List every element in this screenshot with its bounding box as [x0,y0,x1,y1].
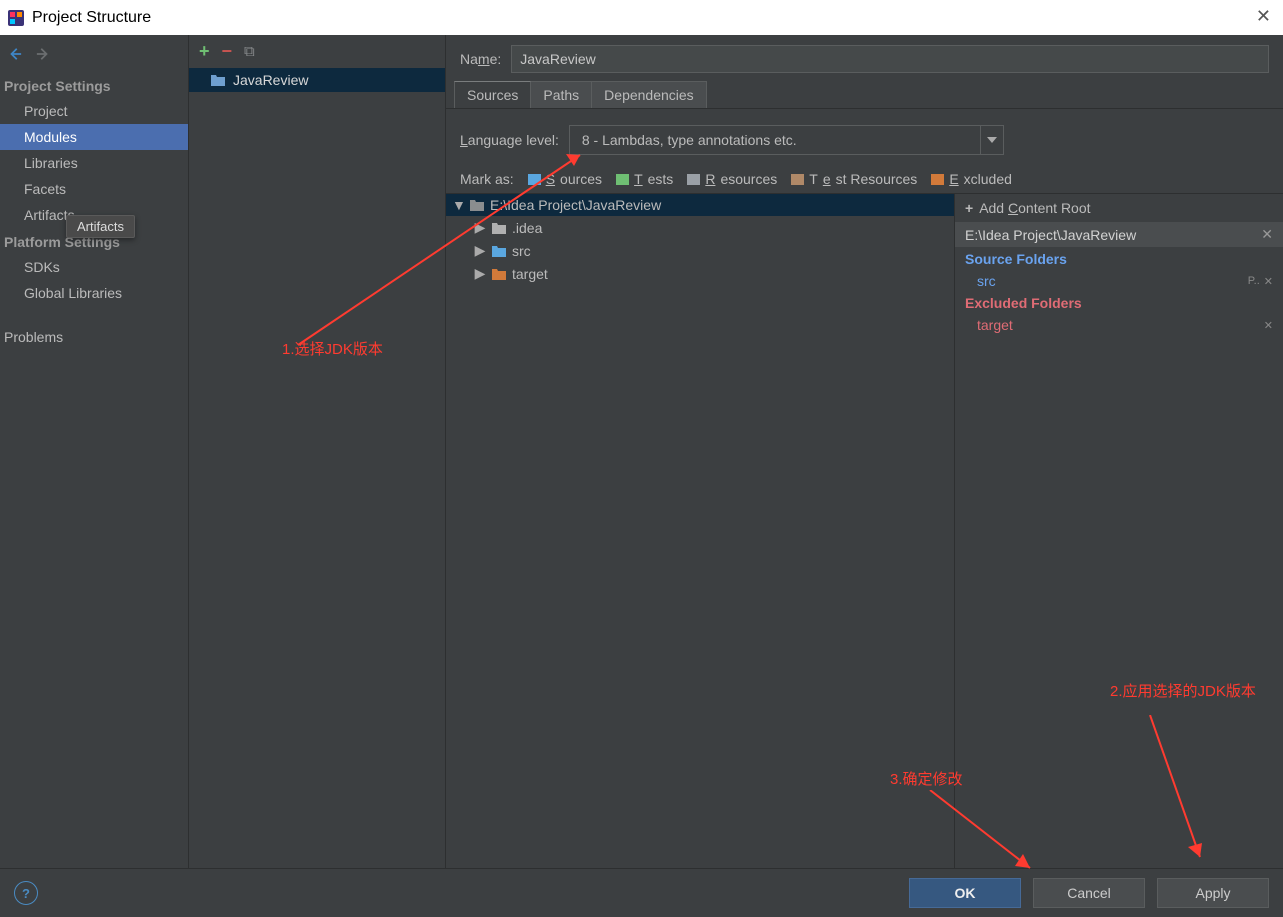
tree-toggle-icon[interactable]: ▶ [474,265,486,282]
sidebar-item-project[interactable]: Project [0,98,188,124]
module-tabs: Sources Paths Dependencies [446,81,1283,109]
window-title: Project Structure [32,9,151,27]
sidebar-item-problems[interactable]: Problems [0,324,188,350]
tree-root-label: E:\Idea Project\JavaReview [490,197,661,213]
source-folder-name: src [977,273,996,289]
excluded-folders-header: Excluded Folders [955,291,1283,315]
apply-button[interactable]: Apply [1157,878,1269,908]
mark-sources[interactable]: Sources [528,171,602,187]
tree-toggle-icon[interactable]: ▶ [474,242,486,259]
sidebar-item-sdks[interactable]: SDKs [0,254,188,280]
source-tree[interactable]: ▼ E:\Idea Project\JavaReview ▶ .idea ▶ s… [446,194,954,868]
folder-icon [492,245,506,257]
cancel-button[interactable]: Cancel [1033,878,1145,908]
language-level-select[interactable]: 8 - Lambdas, type annotations etc. [569,125,1004,155]
remove-module-icon[interactable]: − [222,41,233,62]
sidebar-item-facets[interactable]: Facets [0,176,188,202]
remove-root-icon[interactable]: ✕ [1261,226,1273,243]
folder-icon [492,222,506,234]
tree-root[interactable]: ▼ E:\Idea Project\JavaReview [446,194,954,216]
excluded-folder-name: target [977,317,1013,333]
ok-button[interactable]: OK [909,878,1021,908]
close-icon[interactable]: ✕ [1256,6,1271,27]
source-folders-header: Source Folders [955,247,1283,271]
sidebar: Project Settings Project Modules Librari… [0,35,189,868]
mark-as-label: Mark as: [460,171,514,187]
properties-icon[interactable]: P.. [1248,275,1260,287]
module-folder-icon [211,74,225,86]
module-name-input[interactable] [511,45,1269,73]
folder-icon [492,268,506,280]
tree-item-label: src [512,243,531,259]
language-level-label: Language level: [460,132,559,148]
tree-toggle-icon[interactable]: ▼ [452,197,464,213]
name-label: Name: [460,51,501,67]
tooltip-artifacts: Artifacts [66,215,135,238]
nav-forward-icon[interactable] [36,47,50,64]
language-level-value: 8 - Lambdas, type annotations etc. [570,132,980,148]
tab-paths[interactable]: Paths [531,81,592,108]
tab-sources[interactable]: Sources [454,81,531,108]
tab-dependencies[interactable]: Dependencies [592,81,707,108]
mark-tests[interactable]: Tests [616,171,673,187]
chevron-down-icon[interactable] [980,126,1003,154]
mark-test-resources[interactable]: Test Resources [791,171,917,187]
tree-toggle-icon[interactable]: ▶ [474,219,486,236]
add-content-root-button[interactable]: + Add Content Root [955,194,1283,222]
module-item-label: JavaReview [233,72,308,88]
plus-icon: + [965,200,973,216]
module-column: + − ⧉ JavaReview [189,35,446,868]
nav-back-icon[interactable] [8,47,22,64]
app-logo-icon [8,10,24,26]
module-item-javareview[interactable]: JavaReview [189,68,445,92]
copy-module-icon[interactable]: ⧉ [244,43,255,60]
add-module-icon[interactable]: + [199,41,210,62]
help-icon[interactable]: ? [14,881,38,905]
sidebar-item-modules[interactable]: Modules [0,124,188,150]
main-panel: Name: Sources Paths Dependencies Languag… [446,35,1283,868]
sidebar-item-libraries[interactable]: Libraries [0,150,188,176]
tree-item-idea[interactable]: ▶ .idea [446,216,954,239]
remove-icon[interactable]: ✕ [1264,275,1273,288]
section-project-settings: Project Settings [0,72,188,98]
title-bar: Project Structure ✕ [0,0,1283,35]
remove-icon[interactable]: ✕ [1264,319,1273,332]
excluded-folder-item[interactable]: target ✕ [955,315,1283,335]
mark-excluded[interactable]: Excluded [931,171,1012,187]
dialog-footer: ? OK Cancel Apply [0,868,1283,917]
source-folder-item[interactable]: src P.. ✕ [955,271,1283,291]
tree-item-label: target [512,266,548,282]
mark-resources[interactable]: Resources [687,171,777,187]
tree-item-src[interactable]: ▶ src [446,239,954,262]
sidebar-item-global-libraries[interactable]: Global Libraries [0,280,188,306]
content-root-path: E:\Idea Project\JavaReview [965,227,1136,243]
content-roots-pane: + Add Content Root E:\Idea Project\JavaR… [954,194,1283,868]
tree-item-target[interactable]: ▶ target [446,262,954,285]
tree-item-label: .idea [512,220,542,236]
folder-icon [470,199,484,211]
content-root-header: E:\Idea Project\JavaReview ✕ [955,222,1283,247]
